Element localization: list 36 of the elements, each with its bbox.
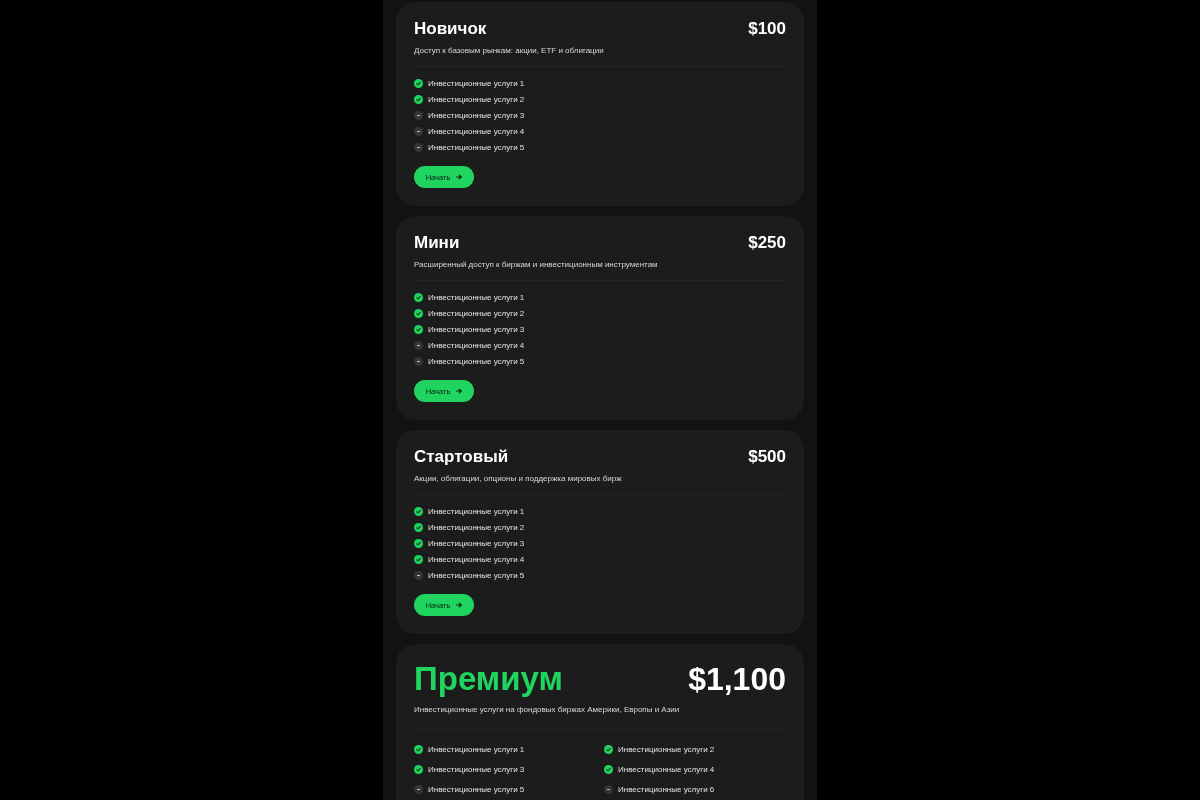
arrow-right-icon: [456, 602, 463, 608]
feature-text: Инвестиционные услуги 4: [428, 125, 525, 137]
plan-title: Мини: [414, 233, 460, 253]
feature-text: Инвестиционные услуги 2: [618, 743, 715, 755]
feature-text: Инвестиционные услуги 4: [428, 553, 525, 565]
feature-text: Инвестиционные услуги 3: [428, 109, 525, 121]
arrow-right-icon: [456, 388, 463, 394]
feature-text: Инвестиционные услуги 5: [428, 783, 525, 795]
plan-price: $250: [748, 233, 786, 253]
plan-price: $500: [748, 447, 786, 467]
feature-text: Инвестиционные услуги 3: [428, 763, 525, 775]
feature-text: Инвестиционные услуги 3: [428, 537, 525, 549]
feature-text: Инвестиционные услуги 1: [428, 743, 525, 755]
feature-text: Инвестиционные услуги 5: [428, 355, 525, 367]
plan-price: $1,100: [688, 660, 786, 698]
feature-text: Инвестиционные услуги 6: [618, 783, 715, 795]
feature-text: Инвестиционные услуги 2: [428, 521, 525, 533]
plan-description: Доступ к базовым рынкам: акции, ETF и облигации: [414, 45, 605, 56]
feature-text: Инвестиционные услуги 5: [428, 141, 525, 153]
feature-text: Инвестиционные услуги 4: [428, 339, 525, 351]
feature-text: Инвестиционные услуги 1: [428, 77, 525, 89]
feature-text: Инвестиционные услуги 5: [428, 569, 525, 581]
plan-title: Премиум: [414, 660, 563, 698]
plan-description: Акции, облигации, опционы и поддержка мировых бирж: [414, 473, 623, 484]
feature-text: Инвестиционные услуги 3: [428, 323, 525, 335]
plan-description: Инвестиционные услуги на фондовых биржах Америки, Европы и Азии: [414, 704, 681, 715]
arrow-right-icon: [456, 174, 463, 180]
feature-text: Инвестиционные услуги 4: [618, 763, 715, 775]
plan-description: Расширенный доступ к биржам и инвестиционным инструментам: [414, 259, 659, 270]
plan-title: Новичок: [414, 19, 487, 39]
plan-price: $100: [748, 19, 786, 39]
feature-text: Инвестиционные услуги 1: [428, 505, 525, 517]
plan-title: Стартовый: [414, 447, 509, 467]
feature-text: Инвестиционные услуги 2: [428, 307, 525, 319]
feature-text: Инвестиционные услуги 1: [428, 291, 525, 303]
feature-text: Инвестиционные услуги 2: [428, 93, 525, 105]
